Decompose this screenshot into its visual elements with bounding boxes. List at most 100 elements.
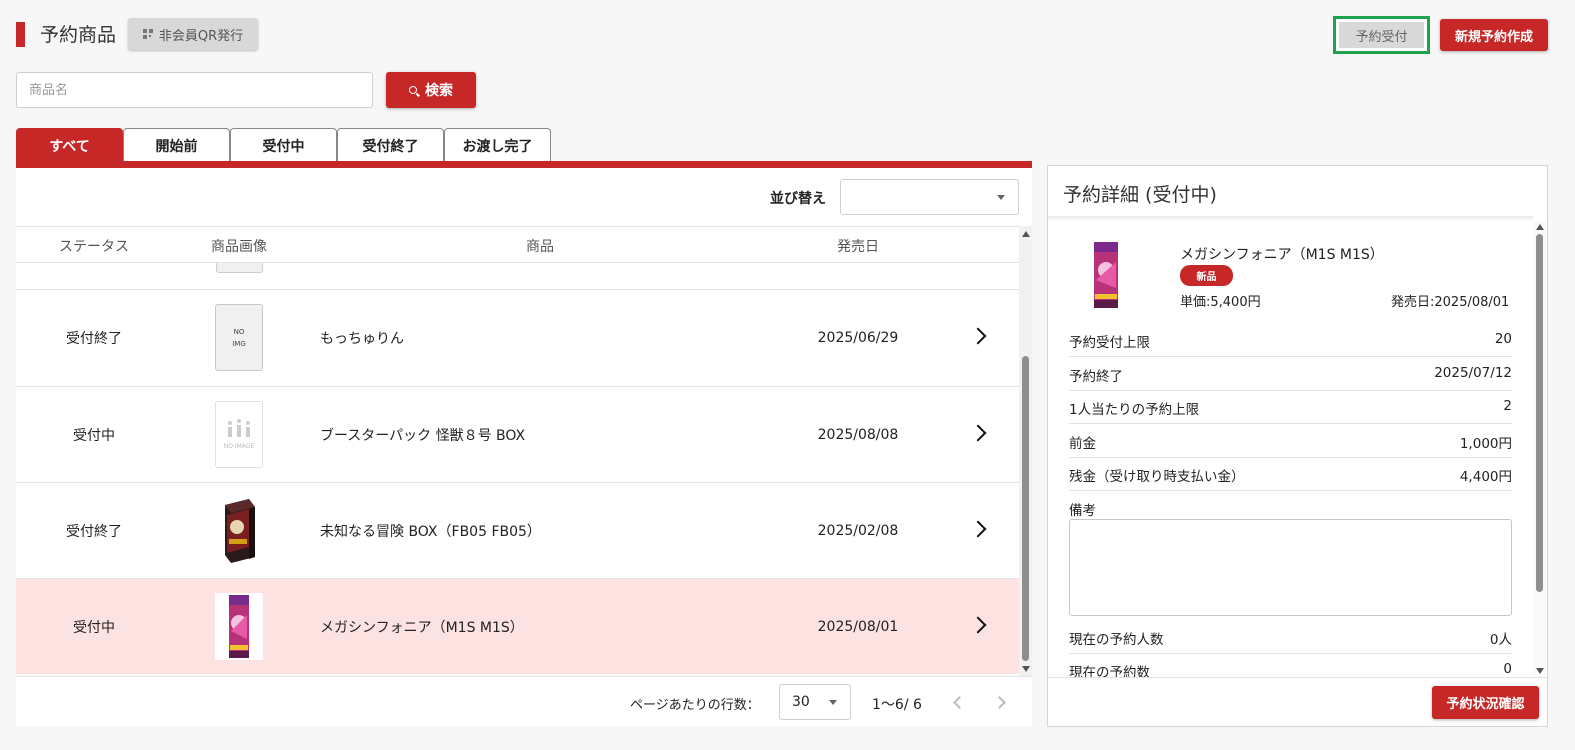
field-value: 1,000円 bbox=[1459, 436, 1512, 452]
reservation-accept-label: 予約受付 bbox=[1339, 22, 1424, 48]
column-header-image: 商品画像 bbox=[211, 239, 267, 255]
row-release-date: 2025/08/08 bbox=[817, 426, 899, 443]
memo-label: 備考 bbox=[1069, 503, 1096, 519]
detail-title: 予約詳細 (受付中) bbox=[1063, 184, 1217, 206]
row-product-name: 未知なる冒険 BOX（FB05 FB05） bbox=[320, 523, 541, 540]
tab-handed-over[interactable]: お渡し完了 bbox=[444, 128, 551, 162]
detail-field-per-person-limit: 1人当たりの予約上限 2 bbox=[1069, 390, 1512, 424]
no-image-placeholder: NO IMAGE bbox=[215, 401, 263, 468]
sort-select[interactable] bbox=[840, 179, 1019, 215]
memo-textarea[interactable] bbox=[1069, 519, 1512, 616]
field-value: 0人 bbox=[1489, 632, 1512, 648]
tab-closed[interactable]: 受付終了 bbox=[337, 128, 444, 162]
qr-issue-button[interactable]: 非会員QR発行 bbox=[128, 18, 258, 50]
scroll-down-arrow-icon[interactable] bbox=[1536, 668, 1544, 674]
field-value: 2 bbox=[1503, 398, 1512, 414]
row-release-date: 2025/08/01 bbox=[817, 618, 899, 635]
rows-per-page-select[interactable]: 30 bbox=[779, 684, 851, 720]
detail-field-reservation-limit: 予約受付上限 20 bbox=[1069, 323, 1512, 357]
detail-footer-divider bbox=[1048, 677, 1547, 678]
partial-row-thumbnail bbox=[216, 263, 263, 273]
chevron-down-icon bbox=[997, 195, 1005, 200]
no-img-text-line2: IMG bbox=[232, 339, 246, 348]
detail-product-name: メガシンフォニア（M1S M1S） bbox=[1180, 247, 1384, 263]
row-status: 受付中 bbox=[73, 619, 115, 636]
tab-underline bbox=[16, 161, 1032, 168]
field-label: 残金（受け取り時支払い金） bbox=[1069, 469, 1245, 485]
search-button[interactable]: 検索 bbox=[386, 72, 476, 108]
field-label: 現在の予約数 bbox=[1069, 665, 1150, 681]
rows-per-page-value: 30 bbox=[792, 694, 810, 710]
chevron-down-icon bbox=[829, 700, 837, 705]
page-title: 予約商品 bbox=[40, 24, 117, 46]
chevron-right-icon[interactable] bbox=[969, 327, 987, 345]
tab-before-start[interactable]: 開始前 bbox=[123, 128, 230, 162]
detail-current-reservers: 現在の予約人数 0人 bbox=[1069, 620, 1512, 654]
detail-header-divider bbox=[1048, 216, 1533, 221]
table-row[interactable]: 受付終了 NO IMG もっちゅりん 2025/06/29 bbox=[16, 289, 1019, 385]
column-header-product: 商品 bbox=[526, 239, 554, 255]
detail-release-date: 発売日:2025/08/01 bbox=[1391, 295, 1510, 310]
row-product-name: もっちゅりん bbox=[320, 330, 404, 347]
rows-per-page-label: ページあたりの行数： bbox=[630, 698, 760, 713]
row-status: 受付中 bbox=[73, 427, 115, 444]
field-value: 20 bbox=[1494, 331, 1512, 347]
sort-label: 並び替え bbox=[770, 191, 826, 207]
tab-all[interactable]: すべて bbox=[16, 128, 123, 162]
field-label: 1人当たりの予約上限 bbox=[1069, 402, 1200, 418]
new-reservation-button[interactable]: 新規予約作成 bbox=[1440, 19, 1548, 51]
qr-icon bbox=[142, 29, 153, 39]
detail-unit-price: 単価:5,400円 bbox=[1180, 295, 1261, 310]
table-row[interactable]: 受付終了 未知なる冒険 BOX（FB05 FB05） 2025/02/08 bbox=[16, 482, 1019, 578]
product-name-search-input[interactable] bbox=[16, 72, 373, 108]
search-button-label: 検索 bbox=[425, 83, 453, 99]
chevron-right-icon[interactable] bbox=[969, 520, 987, 538]
table-row[interactable]: 受付中 メガシンフォニア（M1S M1S） 2025/08/01 bbox=[16, 578, 1019, 674]
table-body: 受付終了 NO IMG もっちゅりん 2025/06/29 受付中 NO IMA… bbox=[16, 263, 1019, 675]
detail-field-deposit: 前金 1,000円 bbox=[1069, 424, 1512, 458]
row-release-date: 2025/06/29 bbox=[817, 329, 899, 346]
chevron-right-icon[interactable] bbox=[969, 616, 987, 634]
new-badge: 新品 bbox=[1180, 265, 1233, 286]
detail-field-balance: 残金（受け取り時支払い金） 4,400円 bbox=[1069, 457, 1512, 491]
column-header-status: ステータス bbox=[59, 239, 129, 255]
field-value: 2025/07/12 bbox=[1434, 365, 1512, 381]
reservation-status-button[interactable]: 予約状況確認 bbox=[1432, 686, 1539, 719]
image-placeholder-icon bbox=[228, 419, 250, 437]
detail-product-image bbox=[1092, 240, 1120, 310]
row-product-name: メガシンフォニア（M1S M1S） bbox=[320, 619, 524, 636]
scroll-up-arrow-icon[interactable] bbox=[1536, 224, 1544, 230]
field-label: 予約受付上限 bbox=[1069, 335, 1150, 351]
table-row[interactable]: 受付中 NO IMAGE ブースターパック 怪獣８号 BOX 2025/08/0… bbox=[16, 386, 1019, 482]
product-pack-image bbox=[215, 593, 263, 660]
column-header-release-date: 発売日 bbox=[837, 239, 879, 255]
scroll-down-arrow-icon[interactable] bbox=[1022, 666, 1030, 672]
field-label: 前金 bbox=[1069, 436, 1096, 452]
list-footer-divider bbox=[16, 676, 1032, 677]
qr-issue-label: 非会員QR発行 bbox=[158, 28, 244, 44]
field-label: 予約終了 bbox=[1069, 369, 1123, 385]
product-box-image bbox=[215, 497, 263, 564]
no-img-text-line1: NO bbox=[233, 327, 245, 336]
field-value: 0 bbox=[1503, 661, 1512, 677]
detail-field-reservation-end: 予約終了 2025/07/12 bbox=[1069, 357, 1512, 391]
detail-current-reservations: 現在の予約数 0 bbox=[1069, 653, 1512, 687]
field-value: 4,400円 bbox=[1459, 469, 1512, 485]
tab-accepting[interactable]: 受付中 bbox=[230, 128, 337, 162]
no-img-placeholder: NO IMG bbox=[215, 304, 263, 371]
list-scrollbar-thumb[interactable] bbox=[1022, 356, 1029, 661]
detail-scrollbar-thumb[interactable] bbox=[1536, 234, 1543, 592]
scroll-up-arrow-icon[interactable] bbox=[1022, 231, 1030, 237]
table-header-top-divider bbox=[16, 226, 1019, 227]
row-product-name: ブースターパック 怪獣８号 BOX bbox=[320, 427, 526, 444]
row-status: 受付終了 bbox=[66, 330, 122, 347]
row-status: 受付終了 bbox=[66, 523, 122, 540]
row-release-date: 2025/02/08 bbox=[817, 522, 899, 539]
chevron-right-icon[interactable] bbox=[969, 424, 987, 442]
title-accent-bar bbox=[16, 22, 25, 47]
field-label: 現在の予約人数 bbox=[1069, 632, 1164, 648]
search-icon bbox=[409, 86, 417, 94]
pagination-range: 1〜6/ 6 bbox=[872, 697, 922, 713]
no-image-text: NO IMAGE bbox=[223, 443, 255, 450]
reservation-accept-button[interactable]: 予約受付 bbox=[1333, 16, 1430, 54]
